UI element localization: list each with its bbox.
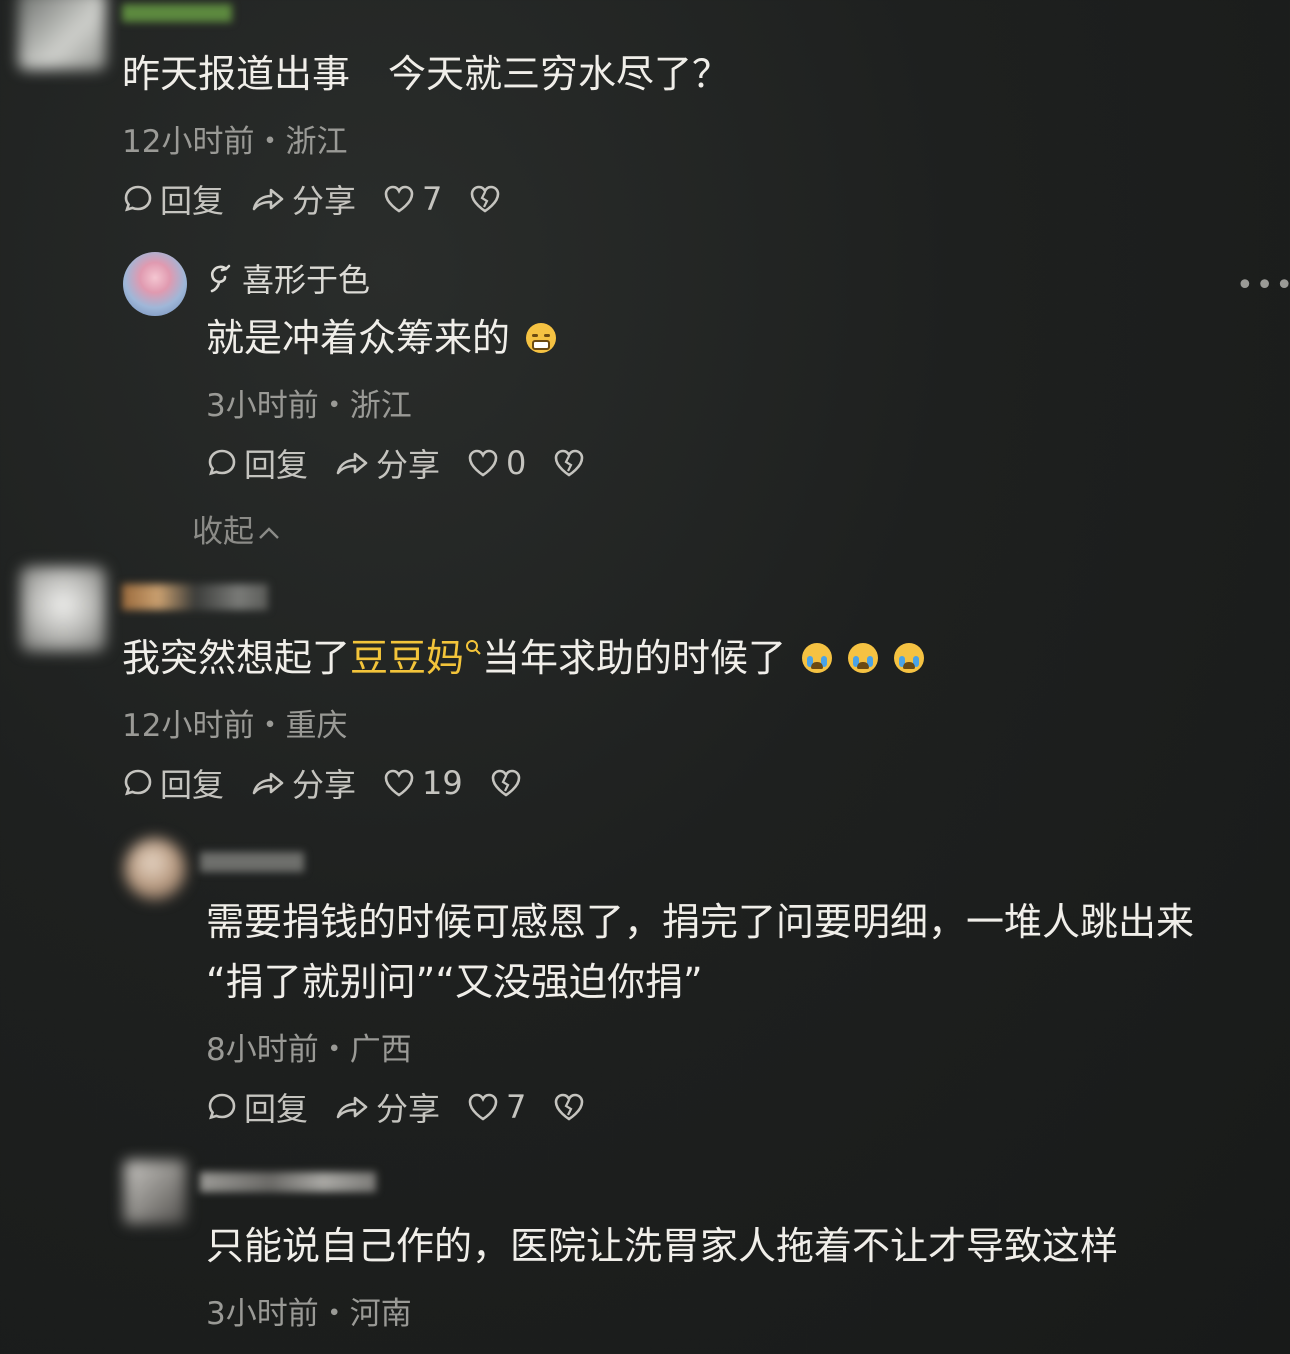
avatar[interactable] — [124, 1160, 186, 1224]
broken-heart-icon — [471, 185, 500, 213]
comment-bubble-icon — [124, 769, 152, 796]
avatar[interactable] — [123, 252, 187, 316]
username-blurred[interactable] — [122, 584, 268, 610]
avatar[interactable] — [20, 566, 106, 652]
reply-actions: 回复 分享 7 — [206, 1084, 618, 1130]
broken-heart-icon — [491, 769, 521, 797]
topic-link[interactable]: 豆豆妈 — [350, 636, 482, 680]
like-button[interactable]: 19 — [382, 764, 463, 802]
comment-bubble-icon — [124, 185, 152, 212]
reply-meta: 3小时前・浙江 — [206, 388, 412, 424]
like-button[interactable]: 7 — [466, 1088, 526, 1126]
heart-icon — [384, 185, 414, 213]
comment-meta: 12小时前・重庆 — [122, 708, 348, 744]
crying-emoji-icon — [848, 642, 879, 673]
chevron-up-icon — [259, 527, 279, 539]
crying-emoji-icon — [802, 642, 833, 673]
like-count: 7 — [422, 180, 443, 218]
reply-meta: 3小时前・河南 — [206, 1296, 412, 1332]
avatar[interactable] — [124, 838, 186, 900]
share-arrow-icon — [252, 772, 284, 795]
search-icon — [466, 640, 481, 655]
like-button[interactable]: 7 — [382, 180, 442, 218]
reply-button[interactable]: 回复 — [206, 440, 308, 486]
comment-meta: 12小时前・浙江 — [122, 124, 348, 160]
comment-bubble-icon — [208, 1093, 236, 1120]
collapse-replies-button[interactable]: 收起 — [192, 506, 282, 551]
verified-swirl-icon — [210, 264, 231, 293]
reply-text: 只能说自己作的，医院让洗胃家人拖着不让才导致这样 — [206, 1224, 1119, 1268]
grimace-emoji-icon — [526, 322, 557, 353]
share-label: 分享 — [376, 1090, 441, 1128]
heart-icon — [468, 449, 498, 477]
username-blurred[interactable] — [200, 1172, 376, 1192]
share-arrow-icon — [336, 1096, 368, 1119]
reply-label: 回复 — [160, 766, 225, 804]
like-count: 0 — [506, 444, 527, 482]
share-button[interactable]: 分享 — [334, 1084, 440, 1130]
reply-text-line-1: 需要捐钱的时候可感恩了，捐完了问要明细，一堆人跳出来 — [206, 900, 1195, 944]
broken-heart-icon — [555, 1093, 584, 1121]
dislike-button[interactable] — [552, 447, 592, 479]
avatar[interactable] — [18, 0, 106, 70]
like-count: 7 — [506, 1088, 527, 1126]
comment-actions: 回复 分享 7 — [122, 176, 534, 222]
comment-bubble-icon — [208, 449, 236, 476]
reply-text-line-2: “捐了就别问”“又没强迫你捐” — [206, 960, 703, 1004]
broken-heart-icon — [555, 449, 584, 477]
like-button[interactable]: 0 — [466, 444, 526, 482]
heart-icon — [384, 769, 414, 797]
reply-label: 回复 — [160, 182, 225, 220]
share-label: 分享 — [376, 446, 441, 484]
share-button[interactable]: 分享 — [250, 760, 356, 806]
comment-text: 我突然想起了豆豆妈 当年求助的时候了 — [122, 634, 925, 682]
reply-actions: 回复 分享 0 — [206, 440, 618, 486]
username-blurred[interactable] — [122, 4, 232, 22]
heart-icon — [468, 1093, 498, 1121]
reply-button[interactable]: 回复 — [122, 176, 224, 222]
reply-button[interactable]: 回复 — [122, 760, 224, 806]
dislike-button[interactable] — [468, 183, 508, 215]
comment-actions: 回复 分享 19 — [122, 760, 555, 806]
dislike-button[interactable] — [489, 767, 529, 799]
like-count: 19 — [422, 764, 463, 802]
reply-label: 回复 — [244, 1090, 309, 1128]
share-button[interactable]: 分享 — [334, 440, 440, 486]
share-label: 分享 — [292, 766, 357, 804]
username-blurred[interactable] — [200, 852, 304, 872]
crying-emoji-icon — [894, 642, 925, 673]
share-arrow-icon — [252, 188, 284, 211]
reply-label: 回复 — [244, 446, 309, 484]
dislike-button[interactable] — [552, 1091, 592, 1123]
reply-username[interactable]: 喜形于色 — [204, 255, 370, 301]
share-arrow-icon — [336, 452, 368, 475]
reply-meta: 8小时前・广西 — [206, 1032, 412, 1068]
more-dots-icon[interactable]: ••• — [1236, 268, 1290, 303]
comment-text: 昨天报道出事 今天就三穷水尽了？ — [122, 52, 731, 96]
share-button[interactable]: 分享 — [250, 176, 356, 222]
reply-text: 就是冲着众筹来的 — [206, 314, 557, 362]
share-label: 分享 — [292, 182, 357, 220]
reply-button[interactable]: 回复 — [206, 1084, 308, 1130]
